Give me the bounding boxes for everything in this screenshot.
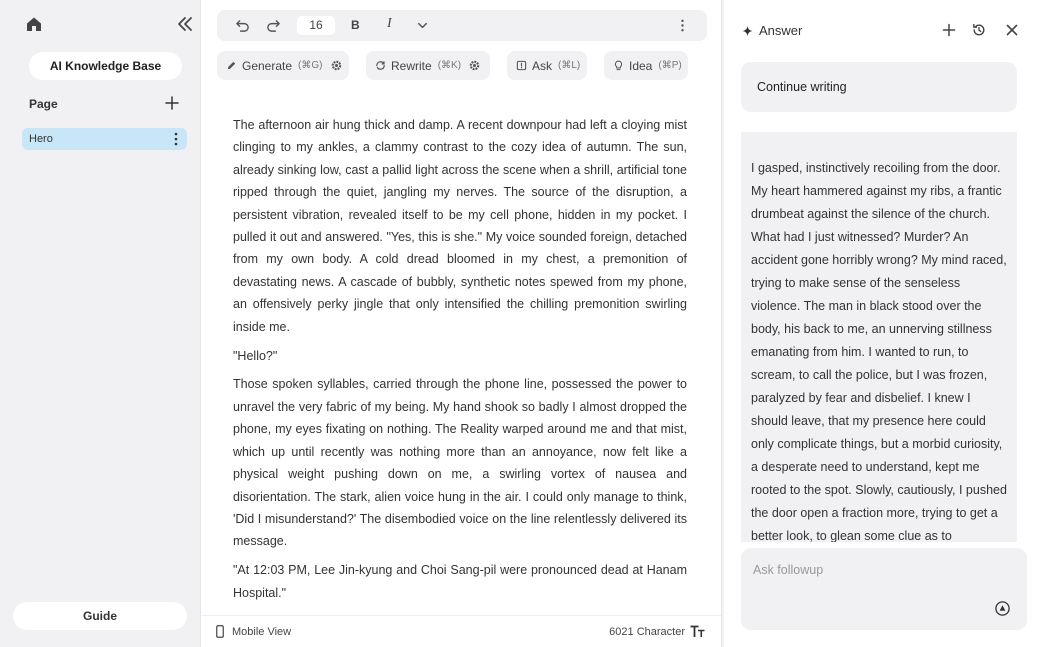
knowledge-base-button[interactable]: AI Knowledge Base	[29, 52, 182, 80]
rewrite-shortcut: (⌘K)	[437, 60, 462, 71]
text-size-icon[interactable]	[690, 625, 705, 638]
document-paragraph: "Hello?"	[233, 348, 278, 363]
document-paragraph: "At 12:03 PM, Lee Jin-kyung and Choi San…	[233, 563, 687, 600]
idea-label: Idea	[629, 58, 653, 73]
add-page-icon[interactable]	[164, 95, 180, 111]
continue-writing-prompt[interactable]: Continue writing	[741, 62, 1017, 112]
lightbulb-icon	[613, 60, 624, 71]
answer-text: I gasped, instinctively recoiling from t…	[751, 161, 1007, 542]
redo-icon[interactable]	[266, 18, 281, 33]
idea-shortcut: (⌘P)	[658, 60, 682, 71]
mobile-phone-icon[interactable]	[216, 625, 224, 638]
ask-shortcut: (⌘L)	[558, 60, 581, 71]
document-paragraph: Those spoken syllables, carried through …	[233, 377, 687, 549]
generate-button[interactable]: Generate (⌘G)	[217, 51, 349, 80]
close-icon[interactable]	[1005, 23, 1019, 37]
more-vertical-icon[interactable]	[174, 132, 178, 146]
format-toolbar: 16 B I	[217, 10, 707, 41]
editor-footer: Mobile View 6021 Character	[201, 615, 721, 647]
collapse-sidebar-icon[interactable]	[175, 15, 195, 33]
pencil-icon	[226, 60, 237, 71]
page-item-label: Hero	[29, 133, 53, 145]
generate-shortcut: (⌘G)	[298, 60, 323, 71]
guide-button[interactable]: Guide	[13, 602, 187, 630]
generate-label: Generate	[242, 58, 293, 73]
home-icon[interactable]	[25, 15, 43, 33]
rewrite-icon	[375, 60, 386, 71]
document-paragraph: The afternoon air hung thick and damp. A…	[233, 118, 687, 334]
sparkle-icon	[742, 25, 753, 37]
guide-label: Guide	[82, 609, 117, 623]
italic-button[interactable]: I	[387, 16, 392, 32]
undo-icon[interactable]	[235, 18, 250, 33]
plus-icon[interactable]	[942, 23, 956, 37]
bold-button[interactable]: B	[351, 18, 360, 32]
more-vertical-icon[interactable]	[675, 18, 690, 33]
page-item-hero[interactable]: Hero	[22, 128, 187, 150]
followup-box	[741, 548, 1027, 630]
continue-writing-label: Continue writing	[757, 80, 847, 94]
mobile-view-toggle[interactable]: Mobile View	[232, 626, 291, 638]
idea-button[interactable]: Idea (⌘P)	[604, 51, 688, 80]
ask-icon	[516, 60, 527, 71]
chevron-down-icon[interactable]	[415, 18, 430, 33]
answer-content[interactable]: I gasped, instinctively recoiling from t…	[741, 132, 1017, 542]
followup-input[interactable]	[753, 560, 1003, 580]
page-section-label: Page	[29, 97, 58, 111]
sidebar: AI Knowledge Base Page Hero Guide	[0, 0, 200, 647]
answer-panel: Answer Continue writing I gasped, instin…	[724, 0, 1039, 647]
document-content[interactable]: The afternoon air hung thick and damp. A…	[233, 114, 687, 610]
editor-pane: 16 B I Generate (⌘G) Rewrite (⌘K) Ask (⌘…	[200, 0, 722, 647]
font-size-input[interactable]: 16	[297, 16, 335, 35]
gear-icon[interactable]	[469, 60, 480, 71]
rewrite-button[interactable]: Rewrite (⌘K)	[366, 51, 490, 80]
character-count: 6021 Character	[609, 626, 685, 638]
gear-icon[interactable]	[331, 60, 342, 71]
knowledge-base-label: AI Knowledge Base	[49, 59, 162, 73]
send-icon[interactable]	[995, 601, 1010, 616]
history-icon[interactable]	[972, 23, 986, 37]
ask-button[interactable]: Ask (⌘L)	[507, 51, 587, 80]
ask-label: Ask	[532, 58, 553, 73]
rewrite-label: Rewrite	[391, 58, 432, 73]
answer-title: Answer	[759, 23, 803, 38]
